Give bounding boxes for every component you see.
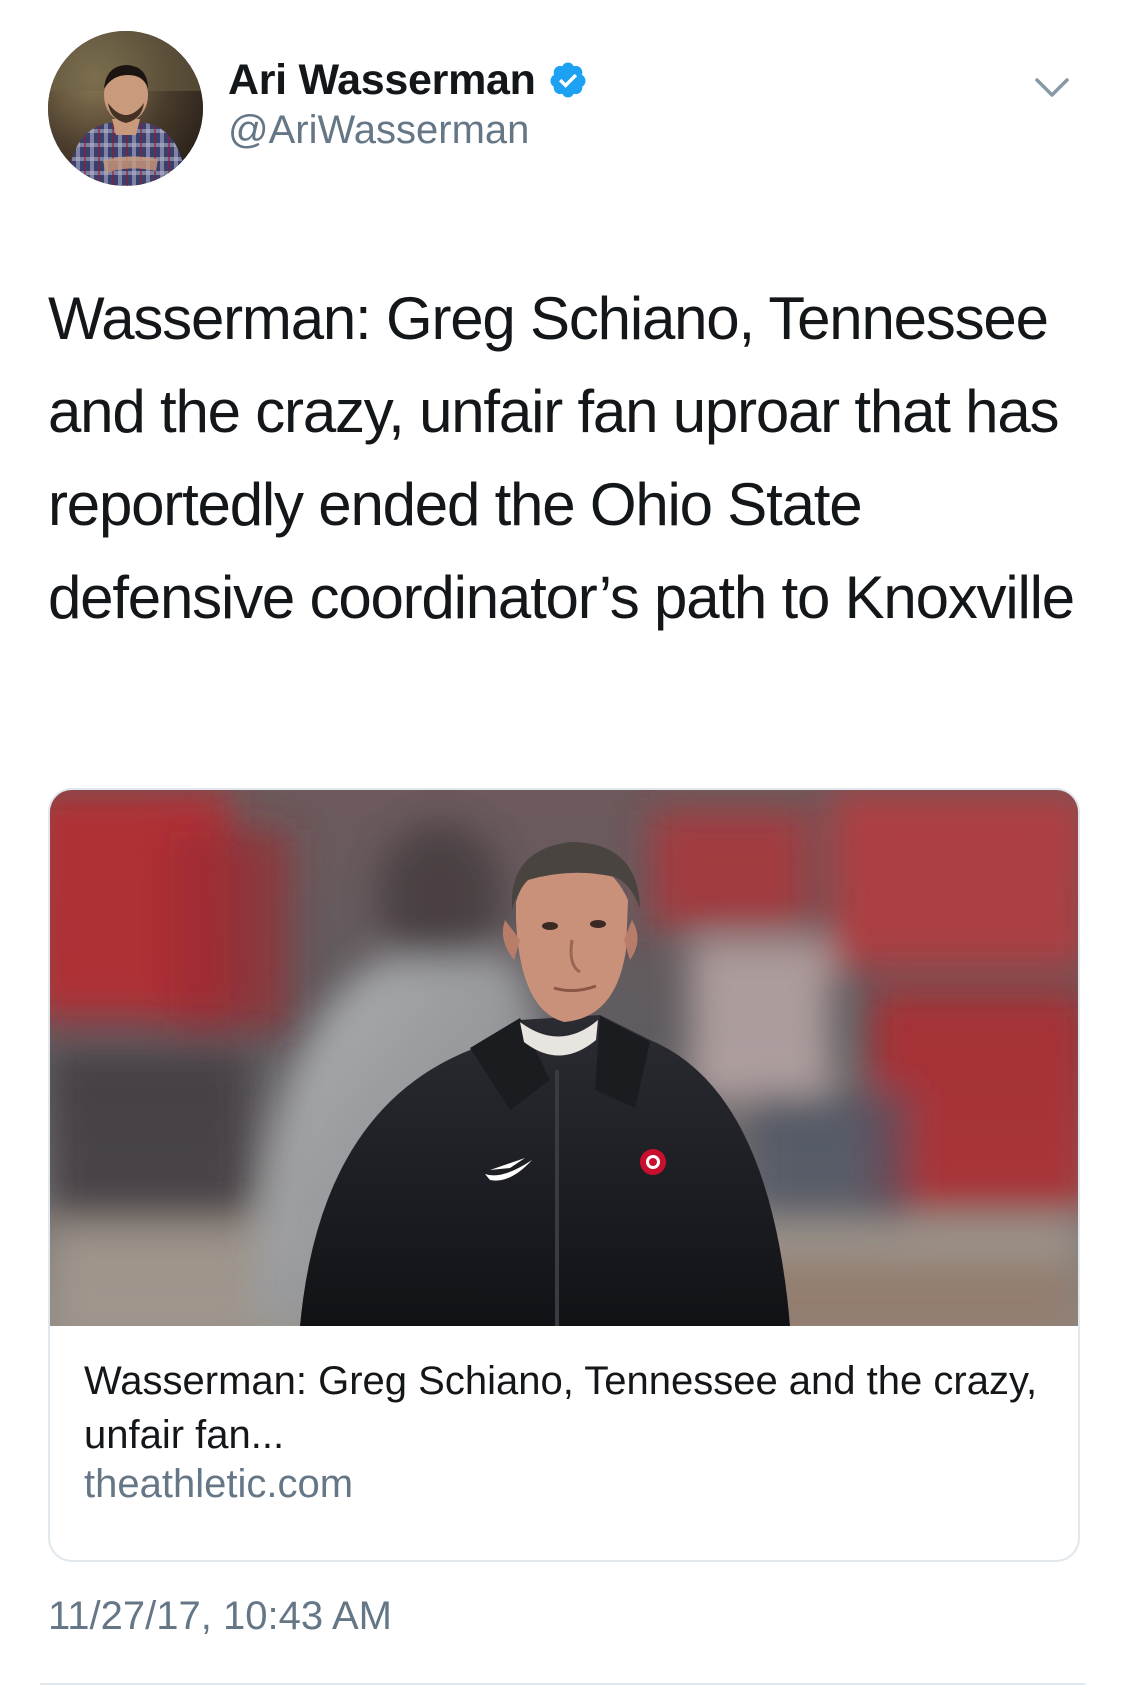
verified-badge-icon <box>548 60 588 100</box>
author-name-row[interactable]: Ari Wasserman <box>228 52 588 108</box>
author-display-name[interactable]: Ari Wasserman <box>228 56 536 105</box>
avatar[interactable] <box>48 31 203 186</box>
tweet-timestamp[interactable]: 11/27/17, 10:43 AM <box>48 1594 392 1639</box>
tweet-text: Wasserman: Greg Schiano, Tennessee and t… <box>48 285 1075 631</box>
card-image[interactable] <box>50 790 1078 1326</box>
author-handle[interactable]: @AriWasserman <box>228 108 529 153</box>
chevron-down-icon[interactable] <box>1027 62 1077 112</box>
coach-photo <box>50 790 1078 1326</box>
divider <box>40 1683 1085 1685</box>
card-domain[interactable]: theathletic.com <box>84 1462 353 1507</box>
card-title[interactable]: Wasserman: Greg Schiano, Tennessee and t… <box>84 1354 1044 1462</box>
link-card[interactable]: Wasserman: Greg Schiano, Tennessee and t… <box>48 788 1080 1562</box>
avatar-photo <box>48 31 203 186</box>
tweet[interactable]: Ari Wasserman @AriWasserman Wasserman: G… <box>0 0 1125 1694</box>
